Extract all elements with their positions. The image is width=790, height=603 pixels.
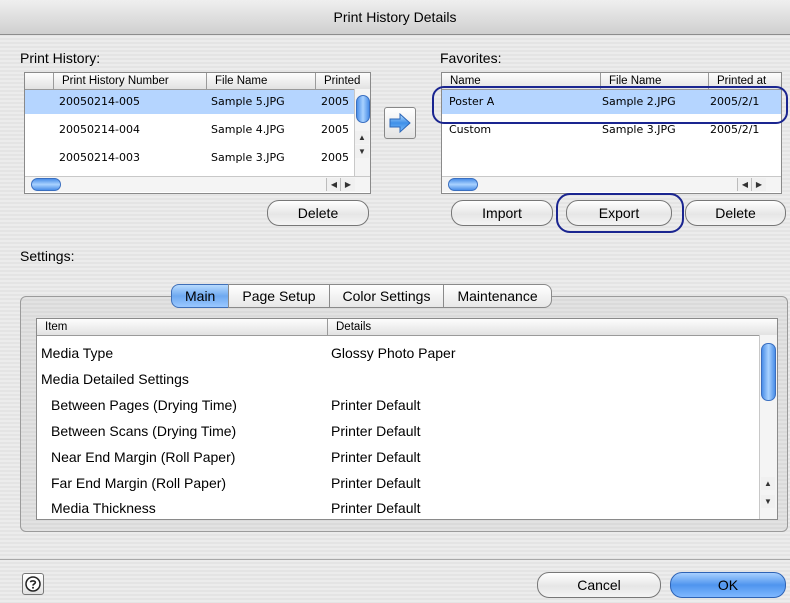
setting-item: Media Detailed Settings xyxy=(41,371,189,387)
scroll-right-icon[interactable]: ▶ xyxy=(751,178,766,191)
col-header-item[interactable]: Item xyxy=(37,319,325,335)
setting-item: Media Thickness xyxy=(51,500,156,516)
cell-printed: 2005 xyxy=(321,95,349,108)
horizontal-scrollbar[interactable]: ◀ ▶ xyxy=(442,176,781,192)
cell-favorite-name: Custom xyxy=(449,123,492,136)
setting-details: Printer Default xyxy=(331,500,421,516)
settings-row: Far End Margin (Roll Paper) Printer Defa… xyxy=(37,471,757,496)
settings-row: Media Detailed Settings xyxy=(37,367,757,392)
window-title: Print History Details xyxy=(333,9,457,25)
setting-item: Far End Margin (Roll Paper) xyxy=(51,475,227,491)
print-history-table[interactable]: Print History Number File Name Printed 2… xyxy=(24,72,371,194)
col-header-file-name[interactable]: File Name xyxy=(600,73,709,89)
setting-details: Printer Default xyxy=(331,475,421,491)
settings-row: Near End Margin (Roll Paper) Printer Def… xyxy=(37,445,757,470)
cell-file-name: Sample 3.JPG xyxy=(602,123,676,136)
scroll-thumb[interactable] xyxy=(31,178,61,191)
settings-row: Between Pages (Drying Time) Printer Defa… xyxy=(37,393,757,418)
setting-item: Between Scans (Drying Time) xyxy=(51,423,237,439)
scroll-down-icon[interactable]: ▼ xyxy=(355,145,369,158)
tab-page-setup[interactable]: Page Setup xyxy=(228,284,330,308)
history-delete-button[interactable]: Delete xyxy=(267,200,369,226)
vertical-scrollbar[interactable]: ▲ ▼ xyxy=(354,89,370,176)
setting-item: Media Type xyxy=(41,345,114,361)
tab-color-settings[interactable]: Color Settings xyxy=(328,284,445,308)
print-history-label: Print History: xyxy=(20,50,101,66)
setting-details: Glossy Photo Paper xyxy=(331,345,456,361)
question-mark-icon xyxy=(25,576,41,592)
settings-header: Item Details xyxy=(37,319,777,336)
cell-file-name: Sample 2.JPG xyxy=(602,95,676,108)
scroll-thumb[interactable] xyxy=(356,95,370,123)
setting-details: Printer Default xyxy=(331,449,421,465)
scroll-up-icon[interactable]: ▲ xyxy=(355,131,369,144)
cell-file-name: Sample 3.JPG xyxy=(211,151,285,164)
settings-table[interactable]: Item Details Media Type Glossy Photo Pap… xyxy=(36,318,778,520)
table-row[interactable]: Poster A Sample 2.JPG 2005/2/1 xyxy=(442,90,781,114)
horizontal-scrollbar[interactable]: ◀ ▶ xyxy=(25,176,370,192)
window-title-bar: Print History Details xyxy=(0,0,790,35)
settings-vertical-scrollbar[interactable]: ▲ ▼ xyxy=(759,335,777,519)
table-row[interactable]: 20050214-003 Sample 3.JPG 2005 xyxy=(25,146,355,170)
cell-history-number: 20050214-004 xyxy=(59,123,140,136)
col-header-printed[interactable]: Printed xyxy=(315,73,370,89)
col-header-printed-at[interactable]: Printed at xyxy=(708,73,781,89)
export-button[interactable]: Export xyxy=(566,200,672,226)
footer-divider xyxy=(0,559,790,560)
table-row[interactable]: 20050214-005 Sample 5.JPG 2005 xyxy=(25,90,355,114)
setting-details: Printer Default xyxy=(331,397,421,413)
settings-row: Media Type Glossy Photo Paper xyxy=(37,341,757,366)
settings-label: Settings: xyxy=(20,248,75,264)
cell-printed-at: 2005/2/1 xyxy=(710,123,760,136)
tab-maintenance[interactable]: Maintenance xyxy=(443,284,552,308)
setting-item: Between Pages (Drying Time) xyxy=(51,397,237,413)
right-arrow-icon xyxy=(389,113,411,133)
settings-row: Between Scans (Drying Time) Printer Defa… xyxy=(37,419,757,444)
tab-main[interactable]: Main xyxy=(171,284,230,308)
add-to-favorites-button[interactable] xyxy=(384,107,416,139)
cell-file-name: Sample 4.JPG xyxy=(211,123,285,136)
col-header-name[interactable]: Name xyxy=(442,73,600,89)
favorites-delete-button[interactable]: Delete xyxy=(685,200,786,226)
cancel-button[interactable]: Cancel xyxy=(537,572,661,598)
scroll-down-icon[interactable]: ▼ xyxy=(761,495,775,508)
table-row[interactable]: 20050214-004 Sample 4.JPG 2005 xyxy=(25,118,355,142)
table-row[interactable]: Custom Sample 3.JPG 2005/2/1 xyxy=(442,118,781,142)
scroll-left-icon[interactable]: ◀ xyxy=(737,178,752,191)
setting-item: Near End Margin (Roll Paper) xyxy=(51,449,236,465)
col-header-details[interactable]: Details xyxy=(327,319,536,335)
ok-button[interactable]: OK xyxy=(670,572,786,598)
cell-file-name: Sample 5.JPG xyxy=(211,95,285,108)
favorites-header: Name File Name Printed at xyxy=(442,73,781,90)
print-history-header: Print History Number File Name Printed xyxy=(25,73,370,90)
scroll-right-icon[interactable]: ▶ xyxy=(340,178,355,191)
setting-details: Printer Default xyxy=(331,423,421,439)
col-header-print-history-number[interactable]: Print History Number xyxy=(53,73,202,89)
scroll-left-icon[interactable]: ◀ xyxy=(326,178,341,191)
cell-favorite-name: Poster A xyxy=(449,95,495,108)
cell-history-number: 20050214-005 xyxy=(59,95,140,108)
settings-tabs: Main Page Setup Color Settings Maintenan… xyxy=(171,284,552,308)
cell-printed: 2005 xyxy=(321,123,349,136)
cell-printed: 2005 xyxy=(321,151,349,164)
settings-row: Media Thickness Printer Default xyxy=(37,496,757,519)
scroll-thumb[interactable] xyxy=(448,178,478,191)
col-header-file-name[interactable]: File Name xyxy=(206,73,315,89)
import-button[interactable]: Import xyxy=(451,200,553,226)
scroll-up-icon[interactable]: ▲ xyxy=(761,477,775,490)
cell-printed-at: 2005/2/1 xyxy=(710,95,760,108)
scroll-thumb[interactable] xyxy=(761,343,776,401)
help-button[interactable] xyxy=(22,573,44,595)
favorites-label: Favorites: xyxy=(440,50,502,66)
cell-history-number: 20050214-003 xyxy=(59,151,140,164)
favorites-table[interactable]: Name File Name Printed at Poster A Sampl… xyxy=(441,72,782,194)
